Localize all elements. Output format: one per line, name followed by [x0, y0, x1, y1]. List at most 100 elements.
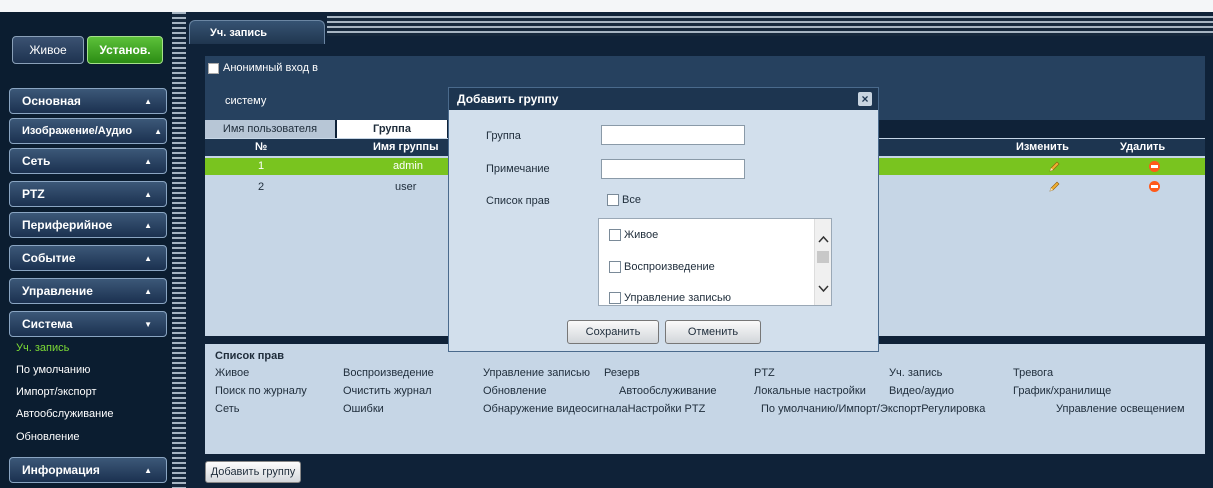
- menu-label: Сеть: [22, 154, 51, 168]
- anonymous-login-option[interactable]: Анонимный вход в: [208, 62, 318, 74]
- menu-peripheral[interactable]: Периферийное ▲: [9, 212, 167, 238]
- right-item: Управление записью: [483, 367, 590, 379]
- right-item: Резерв: [604, 367, 640, 379]
- chevron-up-icon: ▲: [144, 190, 152, 199]
- chevron-up-icon: ▲: [144, 466, 152, 475]
- add-group-button[interactable]: Добавить группу: [205, 461, 301, 483]
- delete-icon[interactable]: [1149, 161, 1160, 172]
- menu-label: Событие: [22, 251, 76, 265]
- anonymous-login-label-2: систему: [225, 95, 267, 107]
- menu-label: Изображение/Аудио: [22, 125, 133, 137]
- tab-groups[interactable]: Группа: [337, 120, 447, 138]
- list-item[interactable]: Управление записью: [609, 292, 731, 304]
- submenu-auto-maintenance[interactable]: Автообслуживание: [16, 408, 114, 420]
- submenu-update[interactable]: Обновление: [16, 431, 80, 443]
- right-label: Управление записью: [624, 292, 731, 304]
- tab-users[interactable]: Имя пользователя: [205, 120, 335, 138]
- menu-label: Система: [22, 317, 73, 331]
- anonymous-login-label: Анонимный вход в: [223, 62, 318, 74]
- edit-pencil-icon[interactable]: [1048, 161, 1060, 173]
- delete-icon[interactable]: [1149, 181, 1160, 192]
- live-button[interactable]: Живое: [12, 36, 84, 64]
- right-item: Управление освещением: [1056, 403, 1185, 415]
- rights-listbox[interactable]: Живое Воспроизведение Управление записью: [598, 218, 832, 306]
- scroll-thumb[interactable]: [817, 251, 829, 263]
- right-checkbox[interactable]: [609, 292, 621, 304]
- listbox-scrollbar[interactable]: [814, 219, 831, 305]
- menu-network[interactable]: Сеть ▲: [9, 148, 167, 174]
- right-label: Живое: [624, 229, 659, 241]
- menu-event[interactable]: Событие ▲: [9, 245, 167, 271]
- submenu-import-export[interactable]: Импорт/экспорт: [16, 386, 97, 398]
- setup-button[interactable]: Установ.: [87, 36, 163, 64]
- row-group-name: admin: [393, 160, 423, 172]
- right-item: Видео/аудио: [889, 385, 955, 397]
- all-rights-option[interactable]: Все: [607, 194, 641, 206]
- top-strip: [0, 0, 1213, 12]
- chevron-up-icon: ▲: [144, 157, 152, 166]
- row-num: 2: [258, 181, 265, 193]
- cancel-button[interactable]: Отменить: [665, 320, 761, 344]
- note-label: Примечание: [486, 163, 550, 175]
- right-item: Воспроизведение: [343, 367, 434, 379]
- right-item: Обнаружение видеосигналаНастройки PTZ: [483, 403, 706, 415]
- menu-image-audio[interactable]: Изображение/Аудио ▲: [9, 118, 167, 144]
- submenu-account[interactable]: Уч. запись: [16, 342, 69, 354]
- menu-management[interactable]: Управление ▲: [9, 278, 167, 304]
- right-item: Обновление: [483, 385, 547, 397]
- header-num: №: [255, 141, 268, 153]
- right-item: PTZ: [754, 367, 775, 379]
- right-item: Сеть: [215, 403, 240, 415]
- tab-account[interactable]: Уч. запись: [189, 20, 325, 44]
- chevron-up-icon: ▲: [144, 287, 152, 296]
- rights-title: Список прав: [215, 350, 284, 362]
- right-item: Поиск по журналу: [215, 385, 307, 397]
- right-item: Тревога: [1013, 367, 1054, 379]
- submenu-default[interactable]: По умолчанию: [16, 364, 90, 376]
- anonymous-login-checkbox[interactable]: [208, 62, 219, 74]
- right-item: Ошибки: [343, 403, 384, 415]
- header-edit: Изменить: [1016, 141, 1069, 153]
- chevron-up-icon: ▲: [144, 254, 152, 263]
- edit-pencil-icon[interactable]: [1048, 181, 1060, 193]
- menu-ptz[interactable]: PTZ ▲: [9, 181, 167, 207]
- row-num: 1: [258, 160, 265, 172]
- menu-info[interactable]: Информация ▲: [9, 457, 167, 483]
- header-group-name: Имя группы: [373, 141, 439, 153]
- rights-label: Список прав: [486, 195, 550, 207]
- right-checkbox[interactable]: [609, 229, 621, 241]
- header-delete: Удалить: [1120, 141, 1166, 153]
- row-group-name: user: [395, 181, 417, 193]
- right-item: По умолчанию/Импорт/ЭкспортРегулировка: [761, 403, 986, 415]
- menu-label: Информация: [22, 463, 100, 477]
- chevron-up-icon: ▲: [144, 221, 152, 230]
- menu-label: Основная: [22, 94, 81, 108]
- chevron-up-icon: ▲: [144, 97, 152, 106]
- chevron-up-icon: ▲: [154, 127, 162, 136]
- menu-system[interactable]: Система ▼: [9, 311, 167, 337]
- right-item: Локальные настройки: [754, 385, 866, 397]
- right-item: Автообслуживание: [619, 385, 717, 397]
- list-item[interactable]: Воспроизведение: [609, 261, 715, 273]
- scroll-up-icon[interactable]: [818, 235, 829, 243]
- list-item[interactable]: Живое: [609, 229, 658, 241]
- menu-label: Периферийное: [22, 218, 113, 232]
- rights-list: Список прав Живое Воспроизведение Управл…: [205, 344, 1205, 454]
- header-stripes: [327, 16, 1213, 36]
- divider-stripes: [172, 12, 186, 488]
- right-label: Воспроизведение: [624, 261, 715, 273]
- right-item: Живое: [215, 367, 250, 379]
- dialog-header: Добавить группу ×: [449, 88, 878, 110]
- menu-label: Управление: [22, 284, 93, 298]
- menu-basic[interactable]: Основная ▲: [9, 88, 167, 114]
- scroll-down-icon[interactable]: [818, 285, 829, 293]
- note-input[interactable]: [601, 159, 745, 179]
- all-rights-checkbox[interactable]: [607, 194, 619, 206]
- save-button[interactable]: Сохранить: [567, 320, 659, 344]
- group-name-input[interactable]: [601, 125, 745, 145]
- right-checkbox[interactable]: [609, 261, 621, 273]
- right-item: Уч. запись: [889, 367, 943, 379]
- add-group-dialog: Добавить группу × Группа Примечание Спис…: [448, 87, 879, 352]
- close-icon[interactable]: ×: [858, 92, 872, 106]
- chevron-down-icon: ▼: [144, 320, 152, 329]
